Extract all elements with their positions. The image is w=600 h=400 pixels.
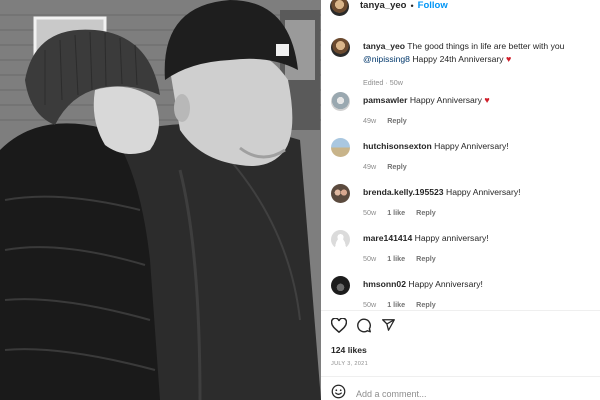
follow-button[interactable]: Follow [418,0,448,11]
comment-time: 49w [363,116,377,125]
commenter-avatar[interactable] [331,276,350,295]
caption-text-post: Happy 24th Anniversary [412,53,504,64]
comment-meta: 49w Reply [363,162,416,171]
divider [321,376,600,377]
comment-icon[interactable] [356,318,372,333]
comment-time: 50w [363,208,377,217]
comment-time: 49w [363,162,377,171]
comment-text: Happy Anniversary! [408,279,483,289]
post-header: tanya_yeo • Follow [321,0,600,18]
comment-likes[interactable]: 1 like [387,300,405,309]
comment-text: Happy anniversary! [414,233,489,243]
commenter-avatar[interactable] [331,184,350,203]
heart-icon[interactable] [331,318,347,333]
caption-meta: Edited · 50w [363,78,412,87]
likes-count[interactable]: 124 likes [331,345,367,355]
red-heart-emoji-icon: ♥ [505,53,512,64]
add-comment-input[interactable] [356,389,556,399]
post-date: JULY 3, 2021 [331,361,368,367]
post-actions [331,318,396,333]
comment-likes[interactable]: 1 like [387,208,405,217]
comment-text: Happy Anniversary! [434,141,509,151]
divider [321,310,600,311]
comment-meta: 50w 1 like Reply [363,300,445,309]
comment-meta: 50w 1 like Reply [363,254,445,263]
couple-photo-illustration [0,0,321,400]
emoji-icon[interactable] [331,384,346,400]
comment-meta: 49w Reply [363,116,416,125]
comment-meta: 50w 1 like Reply [363,208,445,217]
post-side-panel: tanya_yeo • Follow tanya_yeo The good th… [321,0,600,400]
comment-time: 50w [363,254,377,263]
comment-body: mare141414 Happy anniversary! [363,232,591,245]
reply-button[interactable]: Reply [387,116,407,125]
comment-username[interactable]: pamsawler [363,95,407,105]
comment-body: brenda.kelly.195523 Happy Anniversary! [363,186,591,199]
comment-body: pamsawler Happy Anniversary ♥ [363,94,591,107]
comment-body: hutchisonsexton Happy Anniversary! [363,140,591,153]
caption-body: tanya_yeo The good things in life are be… [363,40,591,65]
post-photo[interactable] [0,0,321,400]
comment-username[interactable]: hmsonn02 [363,279,406,289]
reply-button[interactable]: Reply [416,254,436,263]
comment-username[interactable]: mare141414 [363,233,412,243]
reply-button[interactable]: Reply [416,208,436,217]
header-separator: • [410,0,414,11]
comment-time: 50w [363,300,377,309]
comment-likes[interactable]: 1 like [387,254,405,263]
comment-text: Happy Anniversary [409,95,482,105]
caption-edited-time: Edited · 50w [363,78,403,87]
comment-text: Happy Anniversary! [445,187,521,197]
caption-text: The good things in life are better with … [407,41,565,51]
commenter-avatar[interactable] [331,92,350,111]
comment-username[interactable]: hutchisonsexton [363,141,432,151]
share-icon[interactable] [381,318,396,333]
comment-body: hmsonn02 Happy Anniversary! [363,278,591,291]
author-username[interactable]: tanya_yeo [360,0,406,11]
caption-username[interactable]: tanya_yeo [363,41,405,51]
reply-button[interactable]: Reply [387,162,407,171]
commenter-avatar[interactable] [331,138,350,157]
caption-avatar[interactable] [331,38,350,57]
reply-button[interactable]: Reply [416,300,436,309]
add-comment-row [331,384,556,400]
comment-username[interactable]: brenda.kelly.195523 [363,187,444,197]
red-heart-emoji-icon: ♥ [484,95,490,105]
default-avatar-icon[interactable] [331,230,350,249]
author-avatar[interactable] [330,0,349,16]
caption-mention[interactable]: @nipissing8 [363,54,410,64]
